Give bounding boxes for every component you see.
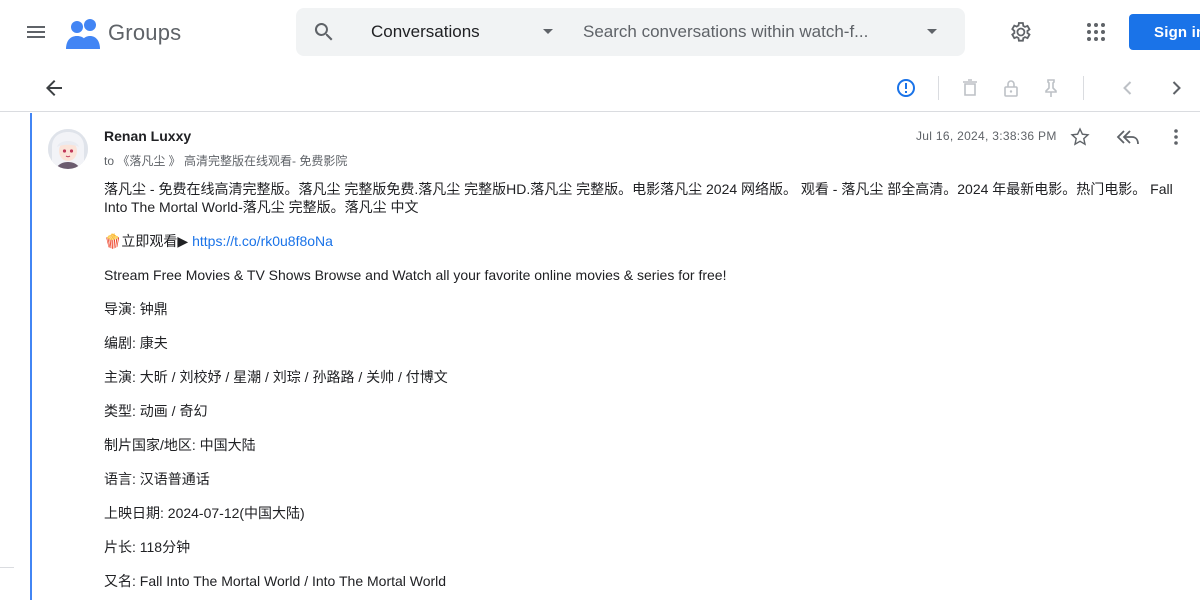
lock-button[interactable] <box>995 72 1027 104</box>
search-input[interactable] <box>583 20 883 44</box>
genre-line: 类型: 动画 / 奇幻 <box>104 403 208 419</box>
message-body: 落凡尘 - 免费在线高清完整版。落凡尘 完整版免费.落凡尘 完整版HD.落凡尘 … <box>104 180 1174 600</box>
search-scope-label: Conversations <box>371 22 480 41</box>
more-options-button[interactable] <box>1164 125 1188 149</box>
search-button[interactable] <box>308 16 340 48</box>
watch-link[interactable]: https://t.co/rk0u8f8oNa <box>192 233 333 249</box>
stream-paragraph: Stream Free Movies & TV Shows Browse and… <box>104 267 727 283</box>
aka-line: 又名: Fall Into The Mortal World / Into Th… <box>104 573 447 589</box>
previous-conversation-button[interactable] <box>1112 72 1144 104</box>
avatar[interactable] <box>48 129 88 169</box>
writer-line: 编剧: 康夫 <box>104 335 168 351</box>
arrow-back-icon <box>46 80 62 96</box>
chevron-left-icon <box>1123 81 1132 95</box>
conversation-toolbar <box>0 64 1200 112</box>
groups-people-icon <box>66 19 100 49</box>
rail-divider <box>0 567 14 568</box>
director-line: 导演: 钟鼎 <box>104 301 168 317</box>
next-conversation-button[interactable] <box>1160 72 1192 104</box>
report-alert-icon <box>897 79 915 97</box>
apps-grid-icon <box>1087 23 1105 41</box>
settings-button[interactable] <box>1004 16 1036 48</box>
chevron-down-icon <box>543 29 553 34</box>
watch-paragraph: 🍿立即观看▶ https://t.co/rk0u8f8oNa <box>104 232 1174 250</box>
message-date: Jul 16, 2024, 3:38:36 PM <box>916 129 1057 143</box>
toolbar-divider <box>1083 76 1084 100</box>
runtime-line: 片长: 118分钟 <box>104 539 191 555</box>
star-icon <box>1070 127 1090 146</box>
country-line: 制片国家/地区: 中国大陆 <box>104 437 256 453</box>
intro-paragraph: 落凡尘 - 免费在线高清完整版。落凡尘 完整版免费.落凡尘 完整版HD.落凡尘 … <box>104 181 1173 215</box>
groups-logo[interactable]: Groups <box>66 16 181 50</box>
cast-line: 主演: 大昕 / 刘校妤 / 星潮 / 刘琮 / 孙路路 / 关帅 / 付博文 <box>104 369 448 385</box>
back-button[interactable] <box>38 72 70 104</box>
gear-icon <box>1011 22 1031 42</box>
main-menu-button[interactable] <box>16 12 56 52</box>
sign-in-button[interactable]: Sign in <box>1129 14 1200 50</box>
lock-icon <box>1004 80 1018 97</box>
search-scope-dropdown[interactable]: Conversations <box>371 8 561 56</box>
search-bar: Conversations <box>296 8 965 56</box>
search-options-chevron-icon[interactable] <box>926 26 938 38</box>
message-recipient: to 《落凡尘 》 高清完整版在线观看- 免费影院 <box>104 154 348 168</box>
more-vert-icon <box>1174 129 1178 145</box>
message-author[interactable]: Renan Luxxy <box>104 128 191 144</box>
delete-button[interactable] <box>954 72 986 104</box>
google-apps-button[interactable] <box>1080 16 1112 48</box>
release-line: 上映日期: 2024-07-12(中国大陆) <box>104 505 305 521</box>
pin-icon <box>1045 79 1057 97</box>
reply-all-button[interactable] <box>1114 125 1142 149</box>
trash-icon <box>963 79 977 96</box>
star-button[interactable] <box>1068 125 1092 149</box>
thread-indicator-line <box>30 113 32 600</box>
watch-prefix: 🍿立即观看▶ <box>104 233 193 249</box>
report-button[interactable] <box>890 72 922 104</box>
user-avatar-image <box>48 129 88 169</box>
toolbar-divider <box>938 76 939 100</box>
chevron-right-icon <box>1172 81 1181 95</box>
app-name: Groups <box>108 20 182 45</box>
language-line: 语言: 汉语普通话 <box>104 471 210 487</box>
hamburger-icon <box>27 26 45 38</box>
pin-button[interactable] <box>1035 72 1067 104</box>
reply-all-icon <box>1116 130 1139 145</box>
search-icon <box>314 23 333 41</box>
app-header: Groups Conversations Sign in <box>0 0 1200 64</box>
